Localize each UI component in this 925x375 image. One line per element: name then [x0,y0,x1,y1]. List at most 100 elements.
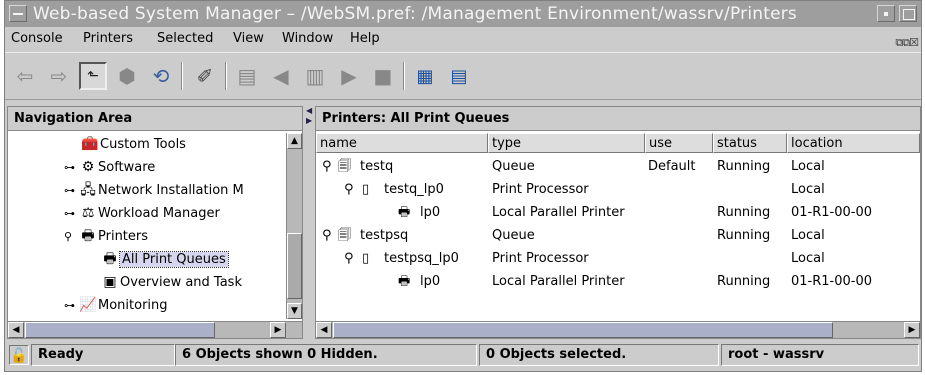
cell-location: 01-R1-00-00 [791,205,873,220]
pane-splitter[interactable]: ◀ ▶ [305,106,313,339]
window-title: Web-based System Manager – /WebSM.pref: … [33,4,797,24]
cell-status: Running [717,274,771,289]
stop-queue-icon[interactable]: ■ [369,62,397,90]
tree-item-all-print-queues[interactable]: 🖶 All Print Queues [100,248,229,271]
scroll-left-button[interactable]: ◀ [316,322,332,338]
document-icon: ▯ [362,182,370,197]
cell-type: Queue [492,159,535,174]
tree-item-network-installation[interactable]: ⊶ 🖧 Network Installation M [64,179,244,202]
title-bar[interactable]: Web-based System Manager – /WebSM.pref: … [5,1,921,27]
menu-window[interactable]: Window [282,28,333,50]
column-header-status[interactable]: status [713,133,787,153]
forward-arrow-icon[interactable]: ⇨ [45,62,73,90]
maximize-button[interactable] [899,5,917,22]
properties-icon[interactable]: ▤ [233,62,261,90]
overview-icon: ▣ [103,274,117,290]
tree-item-monitoring[interactable]: ⊶ 📈Monitoring [64,294,168,317]
lock-status-icon: 🔓 [9,345,29,365]
tree-item-software[interactable]: ⊶ ⚙ Software [64,156,155,179]
workload-icon: ⚖ [81,205,95,221]
cell-name: testq [360,159,394,174]
collapse-left-icon[interactable]: ◀ [306,106,312,115]
start-icon[interactable]: ▶ [335,62,363,90]
monitor-icon: 📈 [79,297,97,313]
collapsed-key-icon[interactable]: ⊶ [64,156,78,179]
table-row[interactable]: ⚲ 🗐 testpsq Queue Running Local [316,224,920,247]
stop-icon[interactable]: ⬢ [113,62,141,90]
printer-icon: 🖶 [398,274,411,289]
tree-item-workload-manager[interactable]: ⊶ ⚖ Workload Manager [64,202,220,225]
details-view-icon[interactable]: ▤ [445,62,473,90]
cell-name: testpsq_lp0 [384,251,459,266]
expanded-key-icon[interactable]: ⚲ [322,155,332,178]
tree-item-printers[interactable]: ⚲ 🖶 Printers [64,225,148,248]
column-header-location[interactable]: location [787,133,920,153]
tree-item-overview-and-tasks[interactable]: ▣ Overview and Task [100,271,242,294]
toolbox-icon: 🧰 [81,136,99,152]
menu-selected[interactable]: Selected [157,28,213,50]
expanded-key-icon[interactable]: ⚲ [344,247,354,270]
tree-view-icon[interactable]: ▦ [411,62,439,90]
cell-location: Local [791,182,825,197]
queue-icon: 🗐 [338,159,351,174]
table-row[interactable]: ⚲ 🗐 testq Queue Default Running Local [316,155,920,178]
content-heading: Printers: All Print Queues [316,107,920,131]
collapsed-key-icon[interactable]: ⊶ [64,294,78,317]
status-objects-shown: 6 Objects shown 0 Hidden. [175,344,477,366]
column-header-type[interactable]: type [488,133,645,153]
expanded-key-icon[interactable]: ⚲ [64,225,78,248]
collapse-right-icon[interactable]: ▶ [306,116,312,125]
table-row[interactable]: ⚲ ▯ testpsq_lp0 Print Processor Local [316,247,920,270]
nav-vertical-scroll-thumb[interactable] [287,233,302,299]
tree-item-custom-tools[interactable]: 🧰Custom Tools [80,133,186,156]
menu-printers[interactable]: Printers [83,28,133,50]
cell-location: Local [791,251,825,266]
cell-type: Print Processor [492,251,589,266]
nav-vertical-scrollbar[interactable]: ▲ ▼ [286,133,302,319]
cell-type: Local Parallel Printer [492,274,625,289]
table-row[interactable]: ⚲ ▯ testq_lp0 Print Processor Local [316,178,920,201]
table-row[interactable]: 🖶 lp0 Local Parallel Printer Running 01-… [316,270,920,293]
network-install-icon: 🖧 [80,182,96,198]
find-icon[interactable]: ✐ [191,62,219,90]
open-icon[interactable]: ◀ [267,62,295,90]
cell-location: Local [791,228,825,243]
printer-icon: 🖶 [103,251,117,267]
menu-console[interactable]: Console [11,28,63,50]
window-menu-button[interactable] [9,5,27,22]
content-horizontal-scrollbar[interactable]: ◀ ▶ [316,321,920,338]
back-arrow-icon[interactable]: ⇦ [11,62,39,90]
delete-icon[interactable]: ▥ [301,62,329,90]
content-area: Printers: All Print Queues name type use… [315,106,921,339]
nav-horizontal-scrollbar[interactable]: ◀ ▶ [8,321,302,338]
reload-icon[interactable]: ⟲ [147,62,175,90]
toolbar-separator [225,62,227,90]
toolbar: ⇦ ⇨ ⬑ ⬢ ⟲ ✐ ▤ ◀ ▥ ▶ ■ ▦ ▤ [5,52,921,100]
collapsed-key-icon[interactable]: ⊶ [64,179,78,202]
status-bar: 🔓 Ready 6 Objects shown 0 Hidden. 0 Obje… [5,342,921,368]
expanded-key-icon[interactable]: ⚲ [322,224,332,247]
toolbar-separator [181,62,183,90]
column-header-name[interactable]: name [316,133,488,153]
nav-horizontal-scroll-thumb[interactable] [25,322,215,338]
expanded-key-icon[interactable]: ⚲ [344,178,354,201]
menu-help[interactable]: Help [350,28,380,50]
minimize-button[interactable] [877,5,895,22]
content-horizontal-scroll-thumb[interactable] [333,322,833,338]
scroll-up-button[interactable]: ▲ [287,133,302,149]
table-row[interactable]: 🖶 lp0 Local Parallel Printer Running 01-… [316,201,920,224]
scroll-right-button[interactable]: ▶ [904,322,920,338]
up-level-icon[interactable]: ⬑ [79,62,107,90]
collapsed-key-icon[interactable]: ⊶ [64,202,78,225]
scroll-down-button[interactable]: ▼ [287,303,302,319]
software-icon: ⚙ [81,159,95,175]
column-header-use[interactable]: use [645,133,713,153]
cell-location: Local [791,159,825,174]
detach-icon[interactable]: ⧉⧉☒ [895,32,919,54]
navigation-tree: 🧰Custom Tools ⊶ ⚙ Software ⊶ 🖧 Network Insta… [8,133,286,319]
menu-view[interactable]: View [233,28,264,50]
scroll-left-button[interactable]: ◀ [8,322,24,338]
cell-name: testpsq [360,228,409,243]
scroll-right-button[interactable]: ▶ [270,322,286,338]
cell-status: Running [717,159,771,174]
